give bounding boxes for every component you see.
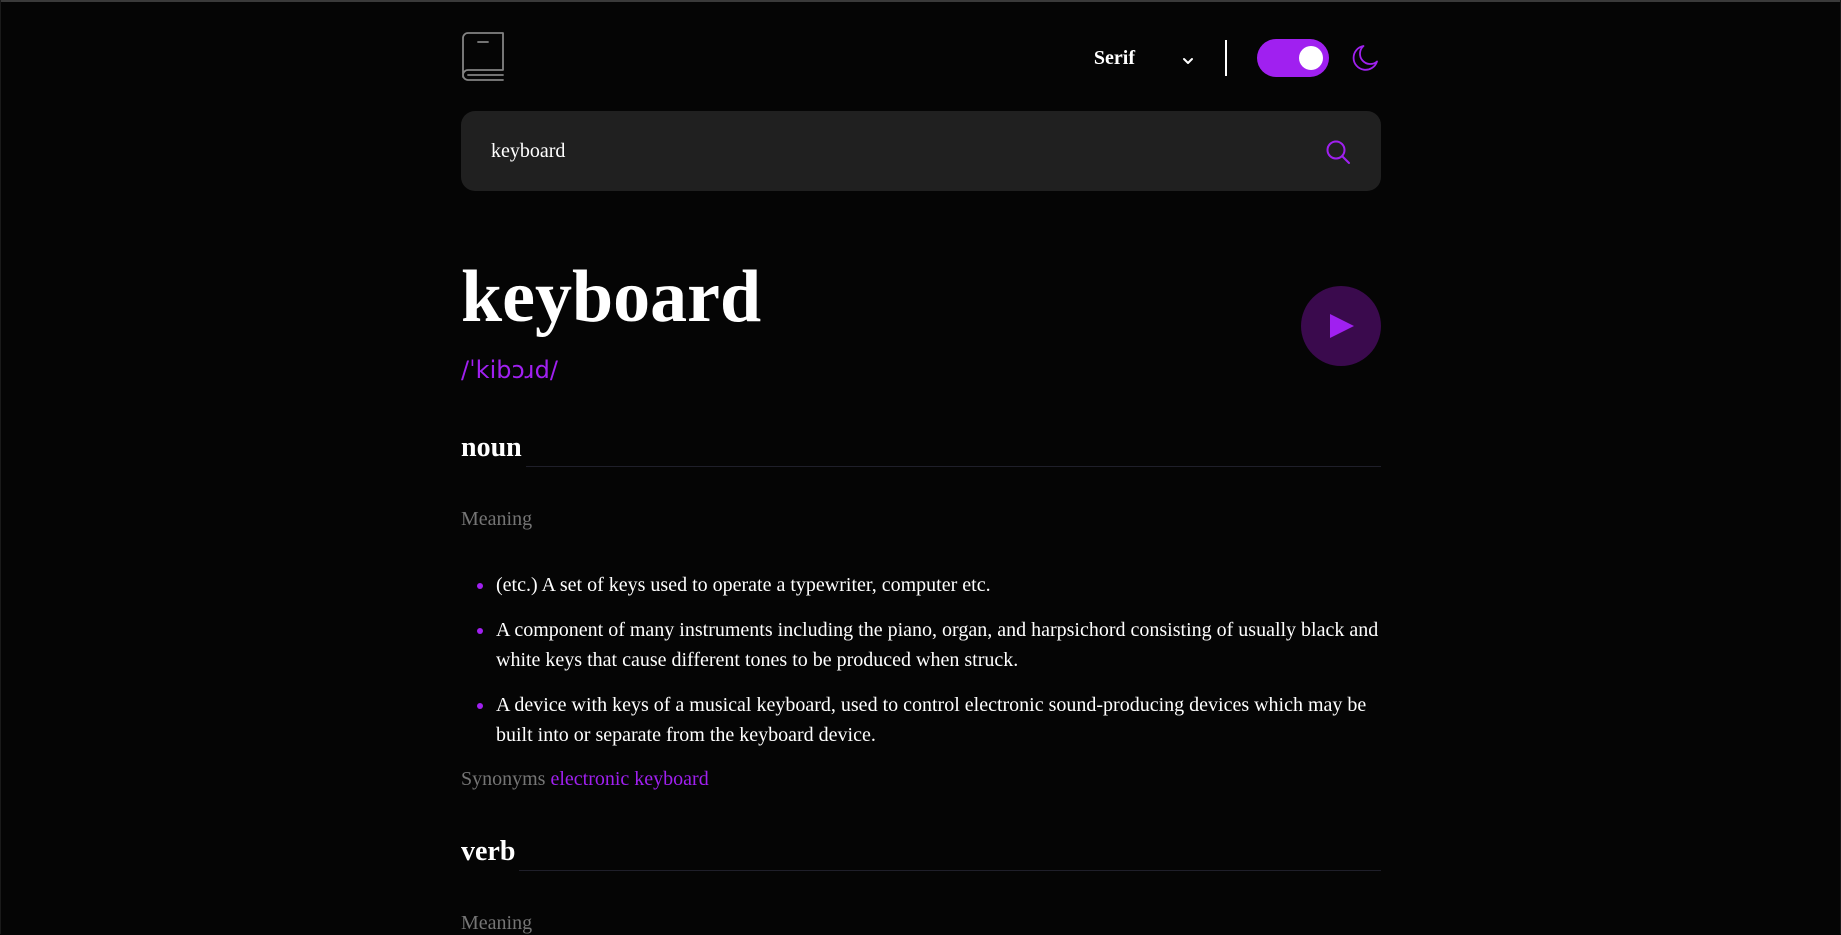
section-divider xyxy=(525,465,1381,467)
part-of-speech-noun: noun xyxy=(461,428,1381,468)
bullet xyxy=(477,628,483,634)
definition-text: A device with keys of a musical keyboard… xyxy=(496,694,1367,746)
search-input[interactable] xyxy=(491,111,1291,191)
bullet xyxy=(477,583,483,589)
part-of-speech-label: noun xyxy=(461,432,522,463)
book-icon[interactable] xyxy=(461,32,505,82)
toggle-knob xyxy=(1299,46,1323,70)
header-divider xyxy=(1225,40,1227,76)
definition-list: (etc.) A set of keys used to operate a t… xyxy=(461,570,1381,765)
definition-item: A component of many instruments includin… xyxy=(461,615,1381,675)
play-audio-button[interactable] xyxy=(1301,286,1381,366)
definition-item: (etc.) A set of keys used to operate a t… xyxy=(461,570,1381,600)
search-bar xyxy=(461,111,1381,191)
bullet xyxy=(477,703,483,709)
synonyms-label: Synonyms xyxy=(461,768,546,790)
definition-text: A component of many instruments includin… xyxy=(496,619,1379,671)
section-divider xyxy=(519,869,1381,871)
theme-toggle[interactable] xyxy=(1257,39,1329,77)
search-icon[interactable] xyxy=(1325,139,1351,165)
app-header: Serif xyxy=(461,32,1381,82)
definition-text: (etc.) A set of keys used to operate a t… xyxy=(496,574,991,596)
chevron-down-icon xyxy=(1181,51,1195,65)
definition-item: A device with keys of a musical keyboard… xyxy=(461,690,1381,750)
window-top-border xyxy=(0,0,1841,2)
meaning-label: Meaning xyxy=(461,508,533,530)
part-of-speech-label: verb xyxy=(461,836,516,867)
synonyms-row: Synonyms electronic keyboard xyxy=(461,768,709,791)
moon-icon xyxy=(1351,43,1381,73)
phonetic-text: /ˈkibɔɹd/ xyxy=(461,356,558,384)
play-icon xyxy=(1330,314,1354,338)
meaning-label: Meaning xyxy=(461,912,533,934)
window-left-border xyxy=(0,0,1,934)
header-controls: Serif xyxy=(1094,38,1381,78)
word-heading: keyboard xyxy=(461,256,762,338)
part-of-speech-verb: verb xyxy=(461,832,1381,872)
font-family-select[interactable]: Serif xyxy=(1094,47,1195,70)
synonym-link[interactable]: electronic keyboard xyxy=(550,768,708,790)
font-select-value: Serif xyxy=(1093,46,1135,69)
